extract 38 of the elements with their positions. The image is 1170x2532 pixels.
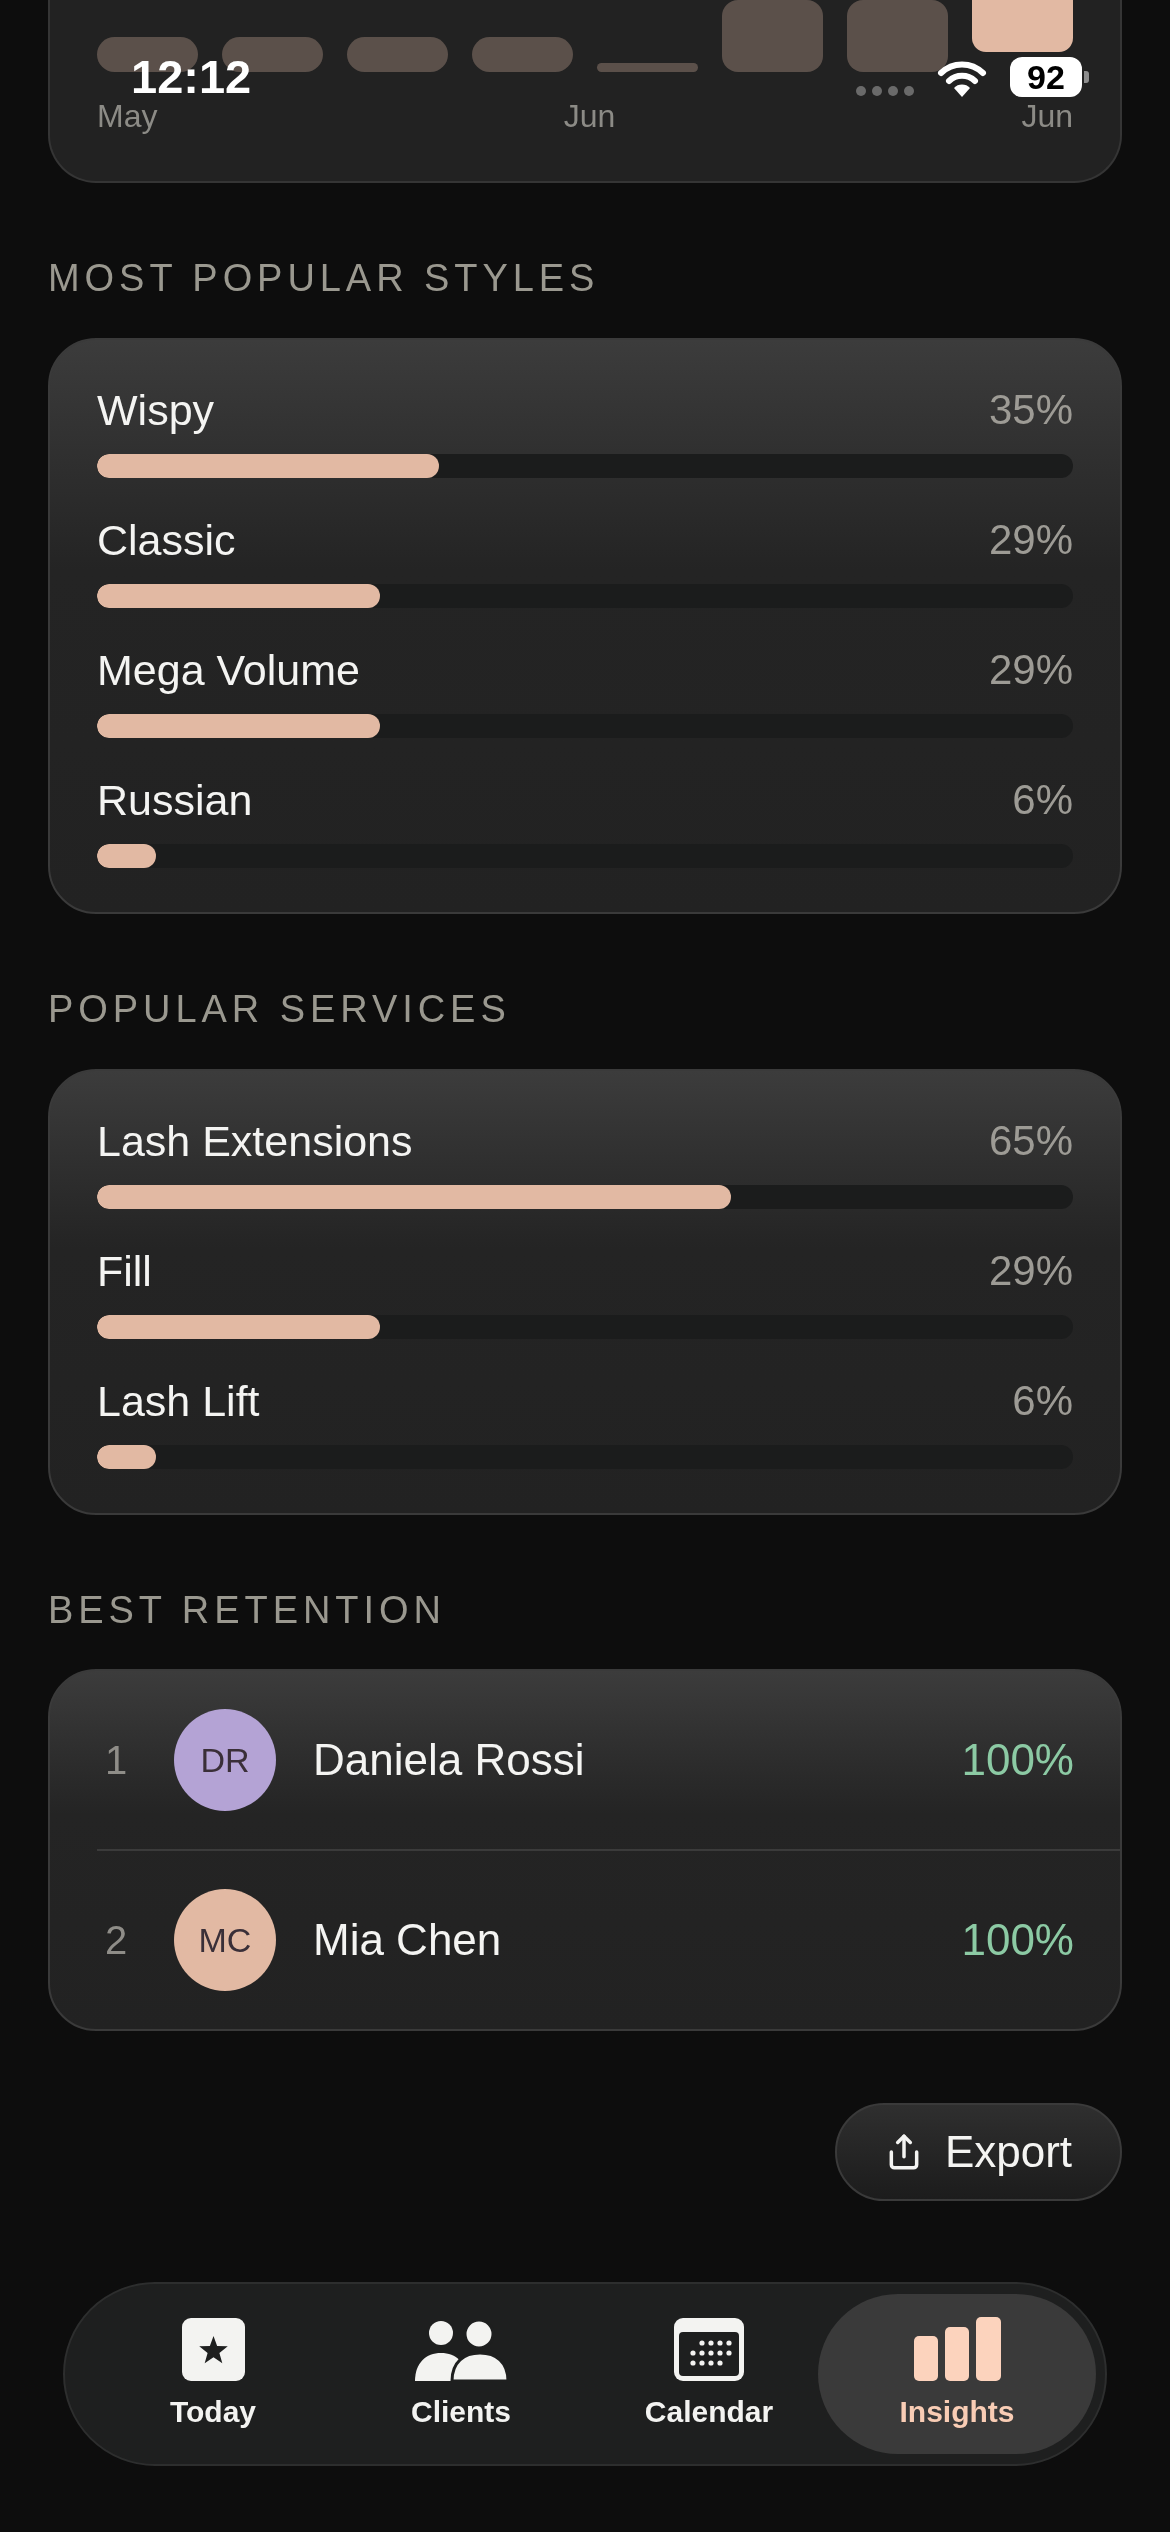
- rank-number: 2: [103, 1917, 129, 1964]
- percent-value: 65%: [988, 1116, 1073, 1166]
- retention-value: 100%: [961, 1734, 1074, 1786]
- bar-chart-icon: [913, 2317, 1001, 2381]
- percent-value: 6%: [1012, 1376, 1073, 1426]
- tab[interactable]: Today: [104, 2294, 322, 2454]
- service-name: Fill: [97, 1246, 152, 1296]
- axis-label: Jun: [563, 97, 616, 136]
- tab[interactable]: Calendar: [600, 2294, 818, 2454]
- export-button[interactable]: Export: [835, 2103, 1122, 2201]
- percent-value: 29%: [988, 645, 1073, 695]
- percent-value: 35%: [988, 385, 1073, 435]
- style-name: Wispy: [97, 385, 215, 435]
- service-name: Lash Extensions: [97, 1116, 413, 1166]
- section-heading: POPULAR SERVICES: [48, 989, 512, 1029]
- people-icon: [414, 2320, 508, 2381]
- section-heading: MOST POPULAR STYLES: [48, 258, 601, 298]
- wifi-icon: [937, 59, 987, 97]
- client-name: Mia Chen: [313, 1914, 502, 1966]
- rank-number: 1: [103, 1737, 129, 1784]
- style-name: Mega Volume: [97, 645, 360, 695]
- signal-icon: [856, 86, 914, 96]
- calendar-icon: [674, 2318, 744, 2381]
- style-name: Russian: [97, 775, 253, 825]
- percent-value: 29%: [988, 1246, 1073, 1296]
- percent-value: 29%: [988, 515, 1073, 565]
- tab[interactable]: Clients: [352, 2294, 570, 2454]
- section-heading: BEST RETENTION: [48, 1590, 447, 1630]
- tab[interactable]: Insights: [818, 2294, 1096, 2454]
- percent-value: 6%: [1012, 775, 1073, 825]
- style-name: Classic: [97, 515, 236, 565]
- avatar: DR: [174, 1709, 276, 1811]
- avatar: MC: [174, 1889, 276, 1991]
- axis-label: Jun: [1021, 97, 1073, 136]
- client-name: Daniela Rossi: [313, 1734, 585, 1786]
- retention-value: 100%: [961, 1914, 1074, 1966]
- battery-indicator: 92: [1010, 57, 1089, 97]
- service-name: Lash Lift: [97, 1376, 260, 1426]
